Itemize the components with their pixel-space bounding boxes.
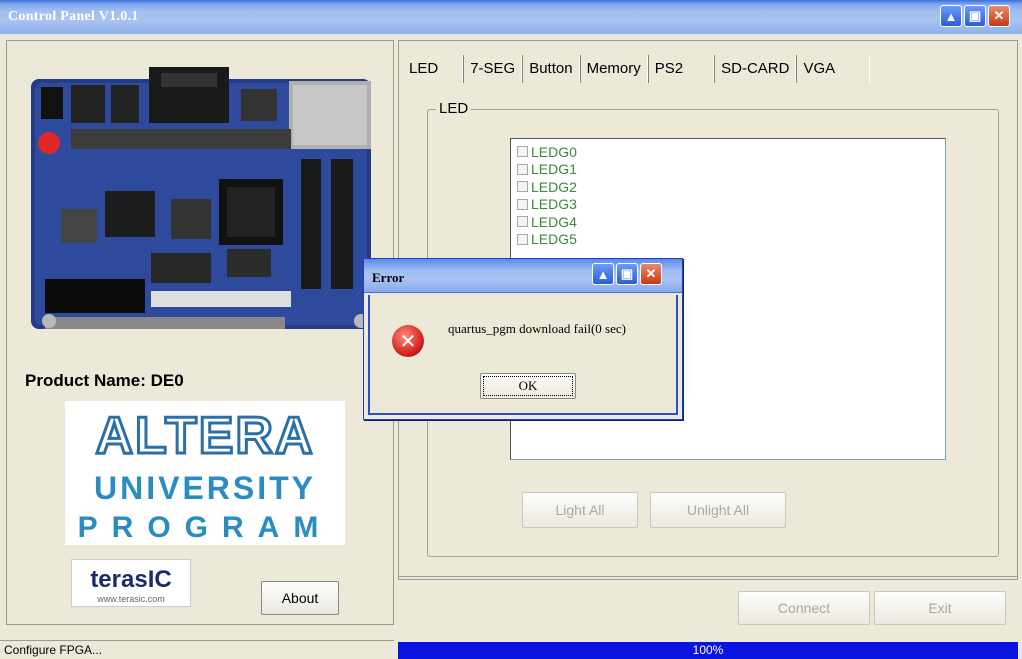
exit-button[interactable]: Exit <box>874 591 1006 625</box>
tab-button[interactable]: Button <box>522 55 580 83</box>
progress-text: 100% <box>692 643 724 657</box>
list-item[interactable]: LEDG2 <box>517 178 945 196</box>
minimize-icon: ▲ <box>596 266 610 282</box>
dialog-maximize-button[interactable]: ▣ <box>616 263 638 285</box>
led-label: LEDG3 <box>531 196 577 213</box>
checkbox[interactable] <box>517 198 528 210</box>
close-icon: ✕ <box>645 266 657 281</box>
dialog-title-bar[interactable]: Error ▲ ▣ ✕ <box>364 259 682 293</box>
terasic-logo-text: terasIC <box>90 566 171 593</box>
close-icon: ✕ <box>993 8 1005 23</box>
error-message: quartus_pgm download fail(0 sec) <box>448 321 626 336</box>
university-text: UNIVERSITY <box>94 470 316 506</box>
led-label: LEDG5 <box>531 231 577 248</box>
program-text: PROGRAM <box>78 511 333 544</box>
maximize-button[interactable]: ▣ <box>964 5 986 27</box>
status-text: Configure FPGA... <box>0 640 394 659</box>
maximize-icon: ▣ <box>620 266 634 281</box>
connect-button[interactable]: Connect <box>738 591 870 625</box>
checkbox[interactable] <box>517 216 528 228</box>
dialog-close-button[interactable]: ✕ <box>640 263 662 285</box>
altera-logo-text: ALTERA <box>95 407 314 465</box>
led-label: LEDG1 <box>531 161 577 178</box>
led-label: LEDG4 <box>531 213 577 230</box>
tab-led[interactable]: LED <box>405 55 464 83</box>
ok-button[interactable]: OK <box>480 373 576 399</box>
list-item[interactable]: LEDG4 <box>517 213 945 231</box>
list-item[interactable]: LEDG3 <box>517 196 945 214</box>
altera-university-program-logo: ALTERA UNIVERSITY PROGRAM <box>65 401 345 545</box>
close-button[interactable]: ✕ <box>988 5 1010 27</box>
tab-memory[interactable]: Memory <box>579 55 648 83</box>
dialog-minimize-button[interactable]: ▲ <box>592 263 614 285</box>
unlight-all-button[interactable]: Unlight All <box>650 492 786 528</box>
about-button[interactable]: About <box>261 581 339 615</box>
tab-strip: LED 7-SEG Button Memory PS2 SD-CARD VGA <box>405 53 871 83</box>
bottom-bar: Connect Exit <box>398 576 1018 626</box>
checkbox[interactable] <box>517 181 528 193</box>
list-item[interactable]: LEDG5 <box>517 231 945 249</box>
error-icon: ✕ <box>392 325 424 357</box>
dialog-body: ✕ quartus_pgm download fail(0 sec) OK <box>368 295 678 415</box>
checkbox[interactable] <box>517 146 528 158</box>
tab-7seg[interactable]: 7-SEG <box>463 55 523 83</box>
minimize-icon: ▲ <box>944 8 958 24</box>
led-label: LEDG0 <box>531 143 577 160</box>
error-dialog: Error ▲ ▣ ✕ ✕ quartus_pgm download fail(… <box>363 258 683 420</box>
tab-sd-card[interactable]: SD-CARD <box>714 55 797 83</box>
progress-bar: 100% <box>398 642 1018 659</box>
window-title: Control Panel V1.0.1 <box>8 9 139 24</box>
tab-ps2[interactable]: PS2 <box>647 55 715 83</box>
terasic-url: www.terasic.com <box>96 594 165 604</box>
terasic-logo: terasIC www.terasic.com <box>71 559 191 607</box>
main-window: Control Panel V1.0.1 ▲ ▣ ✕ Product Name:… <box>0 0 1022 659</box>
checkbox[interactable] <box>517 163 528 175</box>
list-item[interactable]: LEDG1 <box>517 161 945 179</box>
left-panel: Product Name: DE0 ALTERA UNIVERSITY PROG… <box>6 40 394 625</box>
maximize-icon: ▣ <box>968 8 982 23</box>
dialog-title: Error <box>372 270 405 285</box>
de0-board-image <box>31 67 371 329</box>
tab-vga[interactable]: VGA <box>796 55 871 83</box>
checkbox[interactable] <box>517 233 528 245</box>
list-item[interactable]: LEDG0 <box>517 143 945 161</box>
light-all-button[interactable]: Light All <box>522 492 638 528</box>
led-group-label: LED <box>436 100 472 117</box>
title-bar[interactable]: Control Panel V1.0.1 ▲ ▣ ✕ <box>0 0 1022 34</box>
product-name: Product Name: DE0 <box>25 371 184 390</box>
led-label: LEDG2 <box>531 178 577 195</box>
minimize-button[interactable]: ▲ <box>940 5 962 27</box>
